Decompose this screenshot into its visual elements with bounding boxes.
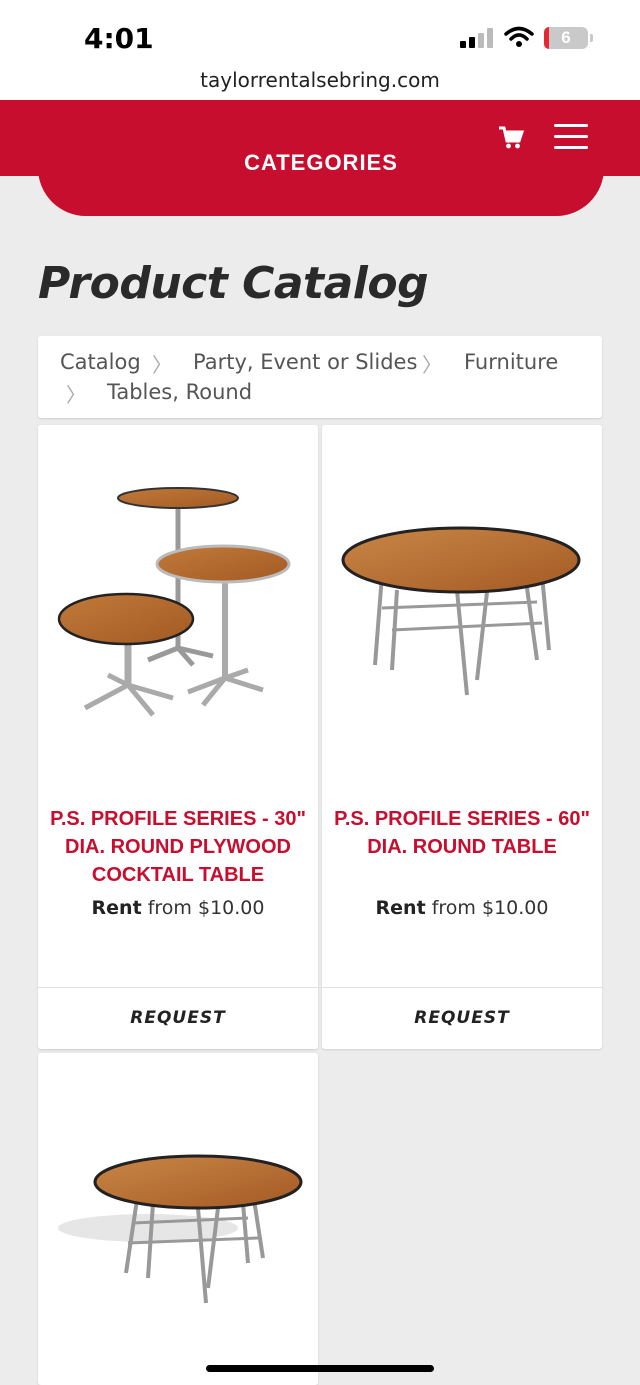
categories-label: CATEGORIES — [244, 150, 398, 175]
status-bar: 4:01 6 taylorrentalsebring.com — [0, 0, 640, 100]
breadcrumb-catalog[interactable]: Catalog — [60, 350, 141, 374]
product-title[interactable]: P.S. PROFILE SERIES - 60" DIA. ROUND TAB… — [326, 805, 598, 861]
request-button[interactable]: REQUEST — [38, 987, 318, 1048]
clock: 4:01 — [84, 22, 154, 55]
battery-level: 6 — [561, 28, 571, 47]
round-table-image — [341, 526, 581, 696]
hamburger-menu-icon[interactable] — [554, 124, 588, 150]
product-price: Rent from $10.00 — [91, 897, 265, 919]
chevron-right-icon: 〉 — [66, 385, 86, 407]
page-title: Product Catalog — [38, 258, 429, 309]
cocktail-tables-image — [57, 487, 291, 717]
product-price: Rent from $10.00 — [375, 897, 549, 919]
breadcrumb-party-event[interactable]: Party, Event or Slides — [193, 350, 417, 374]
product-card[interactable]: P.S. PROFILE SERIES - 60" DIA. ROUND TAB… — [322, 425, 602, 1049]
wifi-icon — [504, 26, 534, 47]
chevron-right-icon: 〉 — [422, 355, 442, 377]
cart-icon[interactable] — [497, 125, 525, 151]
home-indicator — [206, 1365, 434, 1372]
address-bar-url[interactable]: taylorrentalsebring.com — [0, 68, 640, 92]
round-table-image — [58, 1154, 303, 1304]
cellular-signal-icon — [460, 28, 493, 48]
breadcrumb-furniture[interactable]: Furniture — [464, 350, 558, 374]
request-button[interactable]: REQUEST — [322, 987, 602, 1048]
breadcrumb-tables-round: Tables, Round — [107, 380, 253, 404]
product-card[interactable] — [38, 1053, 318, 1385]
breadcrumb: Catalog 〉 Party, Event or Slides 〉 Furni… — [38, 336, 602, 418]
battery-icon: 6 — [544, 27, 593, 49]
chevron-right-icon: 〉 — [152, 355, 172, 377]
product-title[interactable]: P.S. PROFILE SERIES - 30" DIA. ROUND PLY… — [42, 805, 314, 889]
product-card[interactable]: P.S. PROFILE SERIES - 30" DIA. ROUND PLY… — [38, 425, 318, 1049]
